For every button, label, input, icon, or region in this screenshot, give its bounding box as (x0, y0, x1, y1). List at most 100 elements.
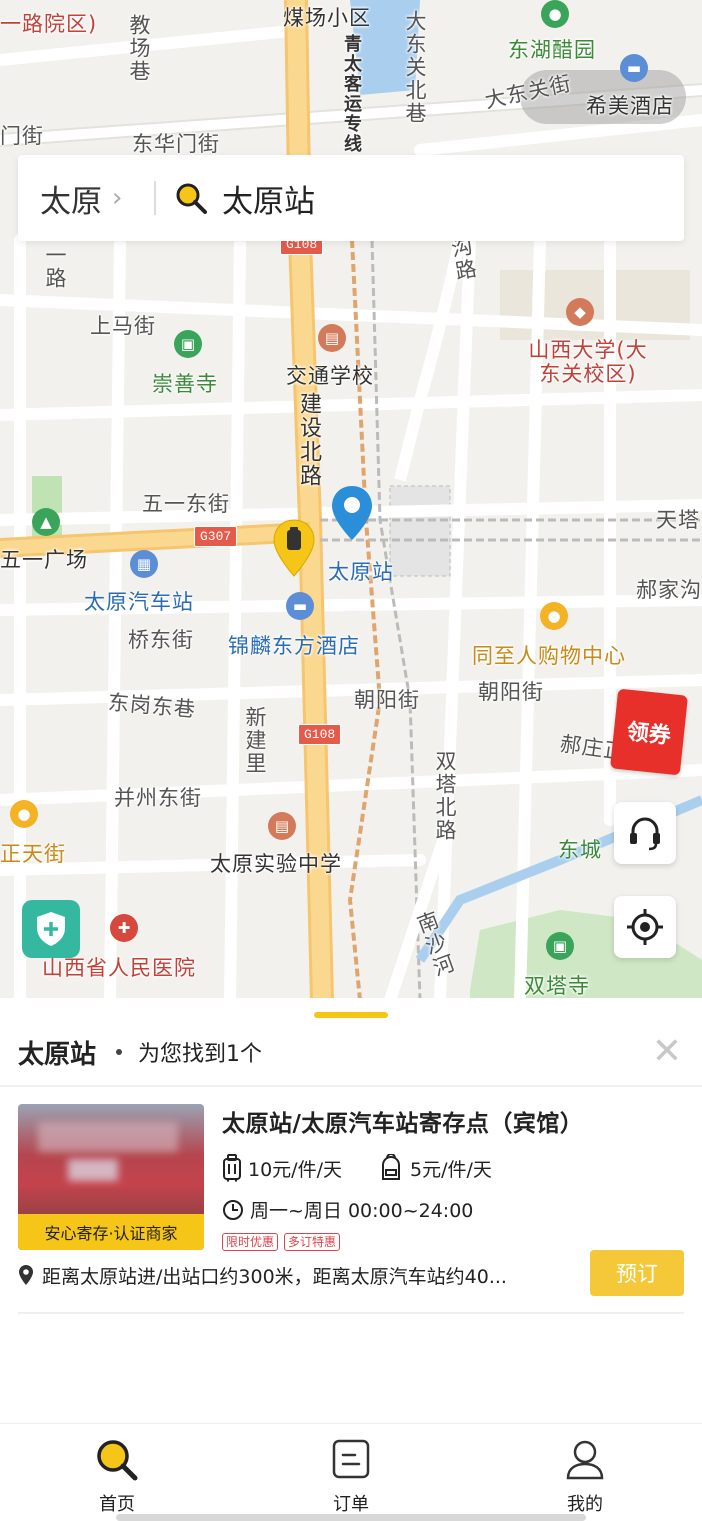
suitcase-icon (223, 1154, 241, 1182)
luggage-pin-icon[interactable] (272, 518, 316, 582)
map-label: 五一广场 (0, 548, 88, 572)
headset-icon (630, 817, 660, 851)
coupon-label: 领券 (625, 719, 672, 750)
map-label: 正天街 (0, 842, 66, 866)
map-label: 上马街 (90, 314, 156, 338)
app-root: 煤场小区 ● 东湖醋园 大东关街 ▬ 希美酒店 大东关北巷 教场巷 东华门街 青… (0, 0, 702, 1521)
map-label: 太原实验中学 (210, 852, 342, 876)
map-label: 天塔 (656, 508, 700, 532)
chevron-right-icon: › (112, 183, 123, 213)
store-address: 距离太原站进/出站口约300米，距离太原汽车站约40... (18, 1262, 566, 1289)
map-label: 山西大学(大东关校区) (528, 338, 648, 386)
map-view[interactable]: 煤场小区 ● 东湖醋园 大东关街 ▬ 希美酒店 大东关北巷 教场巷 东华门街 青… (0, 0, 702, 1000)
map-label: 同至人购物中心 (472, 644, 626, 668)
map-label: 并州东街 (114, 786, 202, 810)
map-label: 朝阳街 (478, 680, 544, 704)
map-label: 青太客运专线 (341, 34, 362, 154)
divider (0, 1085, 702, 1087)
home-indicator (116, 1514, 586, 1521)
search-bar: 太原 › 太原站 (18, 155, 684, 241)
nav-label: 我的 (567, 1494, 603, 1515)
map-label: 东湖醋园 (508, 38, 596, 62)
search-input[interactable]: 太原站 (156, 176, 315, 221)
address-text: 距离太原站进/出站口约300米，距离太原汽车站约40... (42, 1265, 507, 1288)
map-label: 新建里 (243, 706, 267, 775)
customer-service-button[interactable] (614, 802, 676, 864)
hours-row: 周一~周日 00:00~24:00 (222, 1196, 684, 1223)
price-large-item: 10元/件/天 (222, 1154, 342, 1182)
map-label: 朝阳街 (354, 688, 420, 712)
map-label: 交通学校 (286, 364, 374, 388)
nav-profile[interactable]: 我的 (468, 1424, 702, 1521)
store-photo: 安心寄存·认证商家 (18, 1104, 204, 1250)
map-label: 锦麟东方酒店 (228, 634, 360, 658)
school-icon: ▤ (268, 812, 296, 840)
bus-station-icon: ▦ (130, 550, 158, 578)
nav-label: 首页 (99, 1494, 135, 1515)
map-label: 教场巷 (127, 14, 151, 83)
map-label: 双塔北路 (433, 750, 457, 842)
price-small: 5元/件/天 (409, 1158, 492, 1181)
order-icon (332, 1439, 370, 1479)
poi-icon: ● (10, 800, 38, 828)
map-label: 一路 (43, 244, 67, 290)
map-label: 桥东街 (128, 628, 194, 652)
map-label: 东城 (558, 838, 602, 862)
sheet-header: 太原站 为您找到1个 ✕ (18, 1032, 684, 1072)
shopping-icon: ● (540, 602, 568, 630)
map-label: 双塔寺 (524, 974, 590, 998)
certified-badge: 安心寄存·认证商家 (18, 1214, 204, 1250)
shield-plus-icon (37, 912, 65, 946)
hospital-icon: ✚ (110, 914, 138, 942)
map-label: 一路院区) (0, 12, 98, 36)
clock-icon (223, 1199, 243, 1220)
map-label: 太原汽车站 (84, 590, 194, 614)
map-label: 郝家沟 (636, 578, 702, 602)
promo-tag: 限时优惠 (222, 1233, 279, 1251)
crosshair-icon (627, 909, 663, 945)
sheet-handle[interactable] (314, 1012, 388, 1018)
book-button[interactable]: 预订 (590, 1250, 684, 1296)
location-icon (19, 1265, 33, 1285)
price-large: 10元/件/天 (248, 1158, 342, 1181)
promo-tags: 限时优惠 多订特惠 (222, 1233, 684, 1251)
school-icon: ▤ (318, 324, 346, 352)
poi-icon: ▣ (546, 932, 574, 960)
map-label: 五一东街 (142, 492, 230, 516)
university-icon: ◆ (566, 298, 594, 326)
backpack-icon (381, 1154, 400, 1180)
locate-me-button[interactable] (614, 896, 676, 958)
city-selector[interactable]: 太原 › (18, 176, 154, 221)
search-query: 太原站 (222, 183, 315, 220)
coupon-button[interactable]: 领券 (610, 688, 688, 776)
city-label: 太原 (40, 183, 102, 220)
store-info: 太原站/太原汽车站寄存点（宾馆） 10元/件/天 5元/件/天 周一~周日 00… (222, 1104, 684, 1251)
map-label: 希美酒店 (586, 94, 674, 118)
map-label: 崇善寺 (152, 372, 218, 396)
road-shield-g307: G307 (194, 526, 238, 547)
nav-label: 订单 (333, 1494, 369, 1515)
hotel-icon: ▬ (286, 592, 314, 620)
location-pin-icon[interactable] (330, 484, 374, 546)
address-row: 距离太原站进/出站口约300米，距离太原汽车站约40... 预订 (18, 1250, 684, 1300)
price-small-item: 5元/件/天 (378, 1154, 492, 1182)
map-label: 大东关北巷 (403, 10, 427, 125)
result-count: 为您找到1个 (138, 1042, 263, 1067)
business-hours: 周一~周日 00:00~24:00 (250, 1200, 474, 1222)
store-name: 太原站/太原汽车站寄存点（宾馆） (222, 1111, 584, 1137)
results-sheet: 太原站 为您找到1个 ✕ 安心寄存·认证商家 太原站/太原汽车站寄存点（宾馆） (0, 998, 702, 1423)
road-shield-g108: G108 (298, 724, 342, 745)
search-icon (97, 1440, 138, 1481)
sheet-title: 太原站 (18, 1039, 97, 1070)
poi-icon: ▣ (174, 330, 202, 358)
insurance-shield-button[interactable] (22, 900, 80, 958)
nav-home[interactable]: 首页 (0, 1424, 234, 1521)
map-label: 建设北路 (296, 392, 321, 488)
poi-icon: ● (541, 0, 569, 28)
price-row: 10元/件/天 5元/件/天 (222, 1154, 684, 1182)
close-icon[interactable]: ✕ (652, 1032, 682, 1072)
nav-orders[interactable]: 订单 (234, 1424, 468, 1521)
divider (18, 1312, 684, 1314)
hotel-icon: ▬ (620, 54, 648, 82)
park-icon: ▲ (32, 508, 60, 536)
